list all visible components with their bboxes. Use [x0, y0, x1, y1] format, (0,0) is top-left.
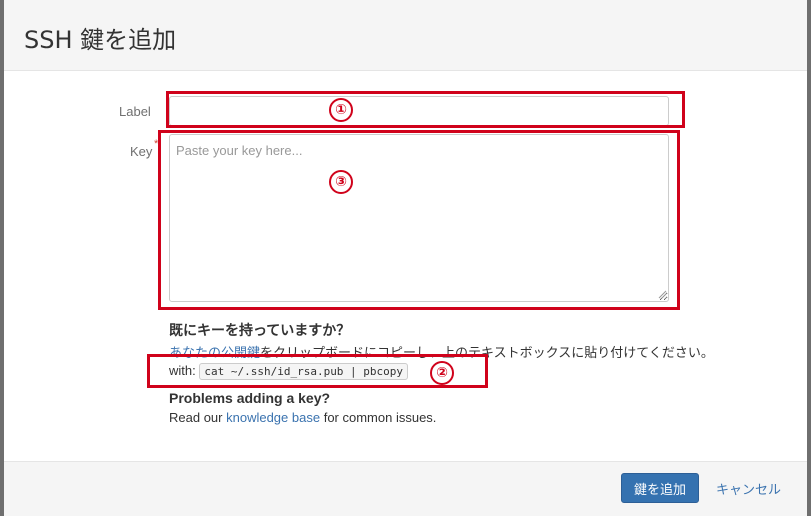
- add-key-button[interactable]: 鍵を追加: [621, 473, 700, 503]
- problems-heading: Problems adding a key?: [169, 390, 331, 406]
- knowledge-base-link[interactable]: knowledge base: [226, 410, 320, 425]
- label-field-label: Label: [119, 104, 151, 119]
- dialog-header: SSH 鍵を追加: [4, 0, 807, 71]
- cancel-button[interactable]: キャンセル: [710, 473, 787, 503]
- read-our-text: Read our: [169, 410, 223, 425]
- annotation-number-2: ②: [430, 361, 454, 385]
- common-issues-text: for common issues.: [323, 410, 437, 425]
- annotation-number-3: ③: [329, 170, 353, 194]
- key-field-label: Key: [130, 144, 153, 159]
- annotation-box-3: [158, 130, 680, 310]
- annotation-number-1: ①: [329, 98, 353, 122]
- dialog-title: SSH 鍵を追加: [24, 26, 177, 54]
- help-heading: 既にキーを持っていますか？: [169, 322, 351, 338]
- ssh-key-dialog: SSH 鍵を追加 Label Key * 既にキーを持っていますか？ あなたの公…: [4, 0, 807, 516]
- dialog-footer: 鍵を追加 キャンセル: [4, 461, 807, 516]
- knowledge-base-line: Read our knowledge base for common issue…: [169, 410, 436, 425]
- annotation-box-1: [166, 91, 685, 128]
